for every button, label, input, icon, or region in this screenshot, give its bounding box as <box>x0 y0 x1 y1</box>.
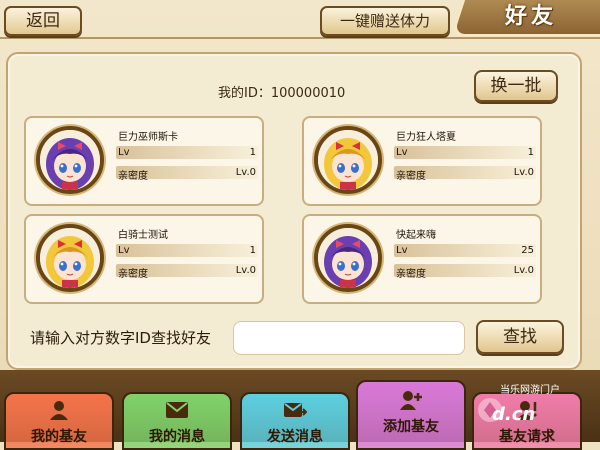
swap-batch-button[interactable]: 换一批 <box>474 70 558 102</box>
tab-label: 我的消息 <box>149 429 205 445</box>
level-label: Lv <box>396 147 408 158</box>
intimacy-value: Lv.0 <box>235 265 256 276</box>
friend-card[interactable]: 巨力巫师斯卡 Lv 1 亲密度 Lv.0 <box>24 116 264 206</box>
search-label: 请输入对方数字ID查找好友 <box>30 329 211 347</box>
friend-card[interactable]: 巨力狂人塔夏 Lv 1 亲密度 Lv.0 <box>302 116 542 206</box>
friend-avatar <box>314 224 382 292</box>
friend-avatar <box>314 126 382 194</box>
intimacy-label: 亲密度 <box>118 171 148 182</box>
intimacy-value: Lv.0 <box>513 265 534 276</box>
tab-label: 发送消息 <box>267 429 323 445</box>
back-button[interactable]: 返回 <box>4 6 82 36</box>
friend-avatar <box>36 224 104 292</box>
top-divider <box>0 37 600 39</box>
tab-3[interactable]: 发送消息 <box>240 392 350 450</box>
watermark-url: d.cn <box>492 404 536 425</box>
friend-name: 巨力狂人塔夏 <box>396 132 456 143</box>
friend-name: 白骑士测试 <box>118 230 168 241</box>
intimacy-label: 亲密度 <box>118 269 148 280</box>
add-friend-icon <box>399 390 423 410</box>
friend-name: 快起来嗨 <box>396 230 436 241</box>
tab-2[interactable]: 我的消息 <box>122 392 232 450</box>
mail-icon <box>165 400 189 420</box>
page-title: 好友 <box>504 4 557 29</box>
level-value: 1 <box>249 147 256 158</box>
tab-label: 我的基友 <box>31 429 87 445</box>
friend-card[interactable]: 白骑士测试 Lv 1 亲密度 Lv.0 <box>24 214 264 304</box>
friend-id-input[interactable] <box>233 321 465 355</box>
intimacy-value: Lv.0 <box>513 167 534 178</box>
level-value: 1 <box>527 147 534 158</box>
person-icon <box>47 400 71 420</box>
friend-card[interactable]: 快起来嗨 Lv 25 亲密度 Lv.0 <box>302 214 542 304</box>
friend-avatar <box>36 126 104 194</box>
search-button[interactable]: 查找 <box>476 320 564 354</box>
tab-1[interactable]: 我的基友 <box>4 392 114 450</box>
level-value: 25 <box>521 245 534 256</box>
level-label: Lv <box>118 147 130 158</box>
level-value: 1 <box>249 245 256 256</box>
send-mail-icon <box>283 400 308 420</box>
intimacy-label: 亲密度 <box>396 269 426 280</box>
watermark-text: 当乐网游门户 <box>500 385 560 396</box>
intimacy-label: 亲密度 <box>396 171 426 182</box>
tab-4[interactable]: 添加基友 <box>356 380 466 450</box>
my-id-text: 我的ID：100000010 <box>218 86 346 101</box>
gift-stamina-all-button[interactable]: 一键赠送体力 <box>320 6 450 36</box>
friend-name: 巨力巫师斯卡 <box>118 132 178 143</box>
level-label: Lv <box>396 245 408 256</box>
tab-label: 添加基友 <box>383 419 439 435</box>
level-label: Lv <box>118 245 130 256</box>
intimacy-value: Lv.0 <box>235 167 256 178</box>
